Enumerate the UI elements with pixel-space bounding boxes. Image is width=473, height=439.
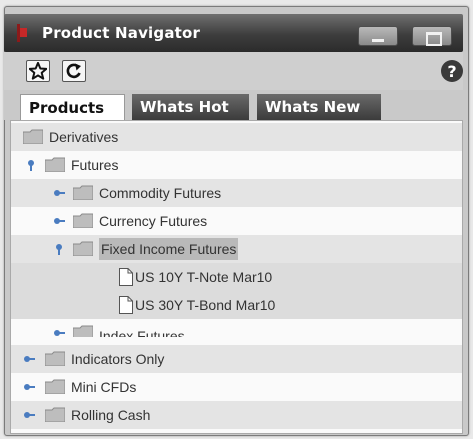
tree-item-label: Index Futures [99,328,185,337]
tree-row-commodity-futures[interactable]: Commodity Futures [11,179,462,207]
tree-item-label: Rolling Cash [71,407,151,423]
app-icon [17,24,27,42]
help-button[interactable]: ? [441,60,463,82]
folder-icon [73,325,93,337]
folder-icon [73,213,93,228]
toolbar: ? [4,52,463,90]
help-icon: ? [447,61,457,81]
folder-icon [45,407,65,422]
tree-row-us-10y-t-note[interactable]: US 10Y T-Note Mar10 [11,263,462,291]
title-bar[interactable]: Product Navigator [4,14,463,52]
expanded-node-icon[interactable] [25,159,37,171]
folder-icon [45,157,65,172]
tree-row-derivatives[interactable]: Derivatives [11,123,462,151]
tree-item-label-selected: Fixed Income Futures [99,238,239,260]
document-icon [119,268,133,286]
star-icon [29,62,47,80]
tab-whats-new[interactable]: Whats New [257,94,381,120]
tree-item-label: US 30Y T-Bond Mar10 [135,297,276,313]
tab-products[interactable]: Products [20,94,125,120]
product-tree[interactable]: Derivatives Futures Commodity Futures Cu… [10,120,463,434]
tree-row-index-futures[interactable]: Index Futures [11,319,462,337]
collapsed-node-icon[interactable] [23,353,35,365]
folder-icon [45,351,65,366]
window-title: Product Navigator [42,24,201,42]
collapsed-node-icon[interactable] [53,215,65,227]
tree-item-label: Mini CFDs [71,379,137,395]
collapsed-node-icon[interactable] [23,409,35,421]
refresh-button[interactable] [62,60,86,82]
maximize-button[interactable] [412,26,452,46]
folder-icon [73,241,93,256]
collapsed-node-icon[interactable] [53,187,65,199]
tree-row-mini-cfds[interactable]: Mini CFDs [11,373,462,401]
collapsed-node-icon[interactable] [53,327,65,337]
document-icon [119,296,133,314]
tree-item-label: Commodity Futures [99,185,222,201]
folder-icon [23,129,43,144]
favorites-button[interactable] [26,60,50,82]
tree-row-fixed-income-futures[interactable]: Fixed Income Futures [11,235,462,263]
tree-item-label: Futures [71,157,119,173]
folder-icon [45,379,65,394]
tree-row-us-30y-t-bond[interactable]: US 30Y T-Bond Mar10 [11,291,462,319]
collapsed-node-icon[interactable] [23,381,35,393]
tree-item-label: Currency Futures [99,213,208,229]
tree-row-futures[interactable]: Futures [11,151,462,179]
tree-item-label: Indicators Only [71,351,165,367]
tab-whats-hot[interactable]: Whats Hot [132,94,249,120]
tree-row-indicators-only[interactable]: Indicators Only [11,345,462,373]
expanded-node-icon[interactable] [53,243,65,255]
tree-item-label: US 10Y T-Note Mar10 [135,269,273,285]
folder-icon [73,185,93,200]
tree-row-currency-futures[interactable]: Currency Futures [11,207,462,235]
tab-bar: Products Whats Hot Whats New [4,90,463,120]
minimize-button[interactable] [358,26,398,46]
refresh-icon [66,63,81,79]
tree-item-label: Derivatives [49,129,119,145]
tree-row-rolling-cash[interactable]: Rolling Cash [11,401,462,429]
